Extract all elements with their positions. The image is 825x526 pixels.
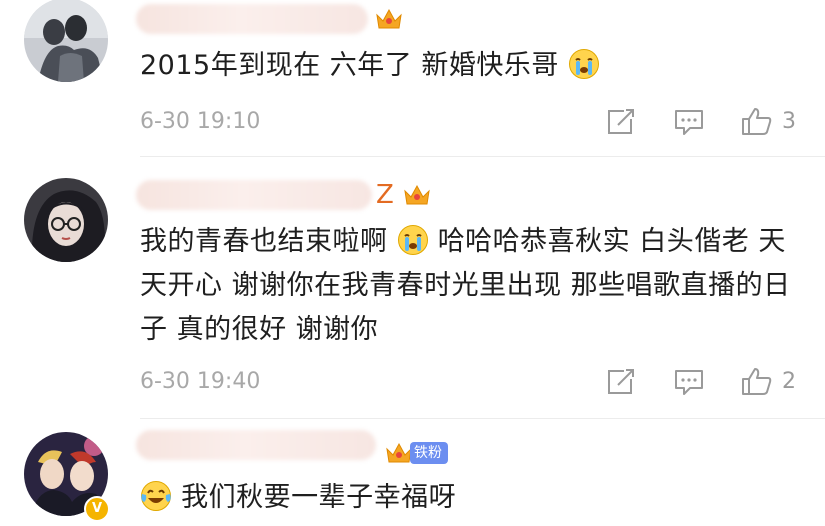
- like-button[interactable]: [740, 106, 774, 136]
- comment-item: V 铁粉 我们秋要一辈子幸福呀: [0, 420, 825, 526]
- comment-text: 2015年到现在 六年了 新婚快乐哥: [140, 44, 800, 88]
- comment-text: 我们秋要一辈子幸福呀: [140, 476, 800, 520]
- avatar[interactable]: [24, 178, 108, 262]
- comment-text: 我的青春也结束啦啊 哈哈哈恭喜秋实 白头偕老 天天开心 谢谢你在我青春时光里出现…: [140, 224, 791, 345]
- crown-icon: [402, 182, 432, 208]
- share-button[interactable]: [604, 367, 638, 397]
- tears-of-joy-icon: [140, 480, 172, 512]
- divider: [140, 156, 825, 157]
- reply-button[interactable]: [672, 107, 706, 137]
- comment-item: 2015年到现在 六年了 新婚快乐哥 6-30 19:10 3: [0, 0, 825, 158]
- like-count: 3: [782, 109, 796, 134]
- share-button[interactable]: [604, 107, 638, 137]
- crying-face-icon: [397, 224, 429, 256]
- username-suffix: Z: [376, 180, 394, 210]
- like-button[interactable]: [740, 366, 774, 396]
- fan-badge: 铁粉: [410, 442, 448, 464]
- crown-icon: [374, 6, 404, 32]
- comment-item: Z 我的青春也结束啦啊 哈哈哈恭喜秋实 白头偕老 天天开心 谢谢你在我青春时光里…: [0, 158, 825, 430]
- username[interactable]: [136, 180, 372, 210]
- verified-icon: V: [84, 496, 110, 522]
- username[interactable]: [136, 4, 368, 34]
- like-count: 2: [782, 369, 796, 394]
- username[interactable]: [136, 430, 376, 460]
- crying-face-icon: [568, 48, 600, 80]
- avatar[interactable]: [24, 0, 108, 82]
- timestamp: 6-30 19:40: [140, 369, 261, 394]
- divider: [140, 418, 825, 419]
- timestamp: 6-30 19:10: [140, 109, 261, 134]
- reply-button[interactable]: [672, 367, 706, 397]
